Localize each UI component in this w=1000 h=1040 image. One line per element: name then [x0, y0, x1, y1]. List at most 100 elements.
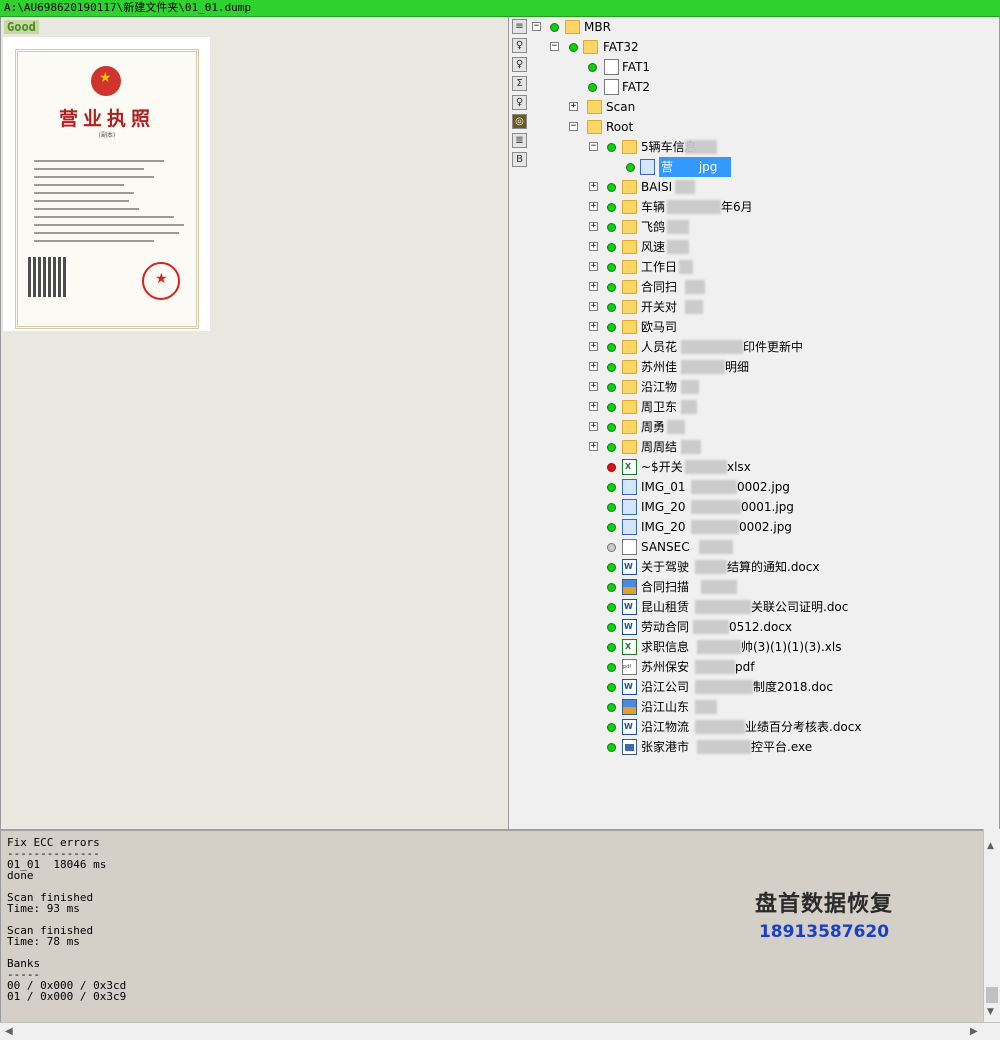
- collapse-icon[interactable]: −: [589, 142, 598, 151]
- preview-pane: Good 营业执照 (副本): [0, 17, 509, 829]
- tree-node-root[interactable]: − Root: [569, 117, 769, 137]
- folder-icon: [622, 360, 637, 374]
- folder-icon: [622, 300, 637, 314]
- status-ok-icon: [569, 43, 578, 52]
- folder-icon: [622, 240, 637, 254]
- list-icon[interactable]: ≡: [512, 19, 527, 34]
- tree-node-file[interactable]: 合同扫描: [607, 577, 907, 597]
- image-file-icon: [622, 499, 637, 515]
- tree-node-mbr[interactable]: − MBR: [532, 17, 832, 37]
- tree-node-file[interactable]: 关于驾驶结算的通知.docx: [607, 557, 907, 577]
- tree-node-folder[interactable]: + 车辆 年6月: [589, 197, 889, 217]
- status-ok-icon: [550, 23, 559, 32]
- tree-node-file[interactable]: 昆山租赁关联公司证明.doc: [607, 597, 907, 617]
- tree-node-file[interactable]: ~$开关xlsx: [607, 457, 907, 477]
- text-icon[interactable]: ≣: [512, 133, 527, 148]
- tree-node-folder[interactable]: + 周周结: [589, 437, 889, 457]
- qr-code-icon: [28, 257, 68, 297]
- status-ok-icon: [588, 83, 597, 92]
- folder-icon: [622, 440, 637, 454]
- tree-node-folder[interactable]: + 欧马司: [589, 317, 889, 337]
- word-file-icon: [622, 599, 637, 615]
- business-license-image: 营业执照 (副本): [15, 49, 199, 329]
- tree-node-file[interactable]: IMG_20 0002.jpg: [607, 517, 907, 537]
- status-bad-icon: [607, 463, 616, 472]
- tree-node-scan[interactable]: + Scan: [569, 97, 769, 117]
- tree-node-folder[interactable]: + 周卫东: [589, 397, 889, 417]
- tree-node-folder[interactable]: + 合同扫: [589, 277, 889, 297]
- folder-icon: [587, 120, 602, 134]
- tree-node-selected-file[interactable]: 营 jpg: [626, 157, 826, 177]
- folder-icon: [622, 400, 637, 414]
- tree-node-file[interactable]: 苏州保安pdf: [607, 657, 907, 677]
- folder-icon: [622, 260, 637, 274]
- key-icon[interactable]: ♀: [512, 57, 527, 72]
- horizontal-scrollbar[interactable]: ◀ ▶: [0, 1022, 1000, 1040]
- status-unknown-icon: [607, 543, 616, 552]
- eye-icon[interactable]: ◎: [512, 114, 527, 129]
- window-title: A:\AU698620190117\新建文件夹\01_01.dump: [0, 0, 1000, 17]
- scroll-right-icon[interactable]: ▶: [970, 1026, 978, 1037]
- picture-file-icon: [622, 579, 637, 595]
- excel-file-icon: [622, 459, 637, 475]
- tree-node-folder[interactable]: + 苏州佳 明细: [589, 357, 889, 377]
- folder-icon: [622, 220, 637, 234]
- file-icon: [622, 539, 637, 555]
- folder-icon: [583, 40, 598, 54]
- status-good-label: Good: [4, 20, 39, 34]
- tree-node-folder[interactable]: + 周勇: [589, 417, 889, 437]
- tree-node-file[interactable]: IMG_01 0002.jpg: [607, 477, 907, 497]
- tree-node-folder[interactable]: + 人员花 印件更新中: [589, 337, 889, 357]
- scrollbar-thumb[interactable]: [986, 987, 998, 1003]
- tree-node-file[interactable]: IMG_20 0001.jpg: [607, 497, 907, 517]
- folder-icon: [622, 140, 637, 154]
- excel-file-icon: [622, 639, 637, 655]
- scan-icon[interactable]: Σ: [512, 76, 527, 91]
- tree-node-file[interactable]: 沿江山东: [607, 697, 907, 717]
- folder-icon: [622, 180, 637, 194]
- tree-node-file[interactable]: 张家港市 控平台.exe: [607, 737, 907, 757]
- word-file-icon: [622, 679, 637, 695]
- folder-icon: [622, 420, 637, 434]
- key-icon[interactable]: ♀: [512, 38, 527, 53]
- tree-node-folder[interactable]: + 风速: [589, 237, 889, 257]
- tree-node-file[interactable]: 沿江公司制度2018.doc: [607, 677, 907, 697]
- key-icon[interactable]: ♀: [512, 95, 527, 110]
- scroll-up-icon[interactable]: ▲: [987, 841, 994, 851]
- b-button[interactable]: B: [512, 152, 527, 167]
- collapse-icon[interactable]: −: [569, 122, 578, 131]
- status-ok-icon: [588, 63, 597, 72]
- collapse-icon[interactable]: −: [550, 42, 559, 51]
- tree-node-fat2[interactable]: FAT2: [588, 77, 788, 97]
- tree-node-folder[interactable]: + BAISI: [589, 177, 889, 197]
- tree-node-folder[interactable]: + 开关对: [589, 297, 889, 317]
- tree-node-fat32[interactable]: − FAT32: [550, 37, 850, 57]
- folder-icon: [622, 340, 637, 354]
- file-icon: [604, 59, 619, 75]
- tree-node-folder[interactable]: + 飞鸽: [589, 217, 889, 237]
- tree-node-folder[interactable]: + 工作日: [589, 257, 889, 277]
- picture-file-icon: [622, 699, 637, 715]
- image-file-icon: [622, 519, 637, 535]
- tree-node-file[interactable]: 求职信息帅(3)(1)(1)(3).xls: [607, 637, 907, 657]
- collapse-icon[interactable]: −: [532, 22, 541, 31]
- side-toolbar: ≡ ♀ ♀ Σ ♀ ◎ ≣ B: [510, 17, 527, 177]
- folder-icon: [565, 20, 580, 34]
- tree-node-folder[interactable]: − 5辆车信息: [589, 137, 889, 157]
- tree-node-file[interactable]: 沿江物流业绩百分考核表.docx: [607, 717, 907, 737]
- watermark: 盘首数据恢复 18913587620: [755, 892, 894, 942]
- pdf-file-icon: [622, 659, 637, 675]
- tree-node-fat1[interactable]: FAT1: [588, 57, 788, 77]
- doc-title: 营业执照: [58, 108, 155, 130]
- tree-node-file[interactable]: SANSEC: [607, 537, 907, 557]
- national-emblem-icon: [91, 66, 121, 96]
- red-seal-icon: [142, 262, 180, 300]
- folder-icon: [587, 100, 602, 114]
- scroll-down-icon[interactable]: ▼: [987, 1007, 994, 1017]
- scroll-left-icon[interactable]: ◀: [5, 1026, 13, 1037]
- log-vertical-scrollbar[interactable]: ▲ ▼: [983, 829, 1000, 1022]
- expand-icon[interactable]: +: [569, 102, 578, 111]
- tree-node-file[interactable]: 劳动合同0512.docx: [607, 617, 907, 637]
- doc-subtitle: (副本): [98, 132, 116, 139]
- tree-node-folder[interactable]: + 沿江物: [589, 377, 889, 397]
